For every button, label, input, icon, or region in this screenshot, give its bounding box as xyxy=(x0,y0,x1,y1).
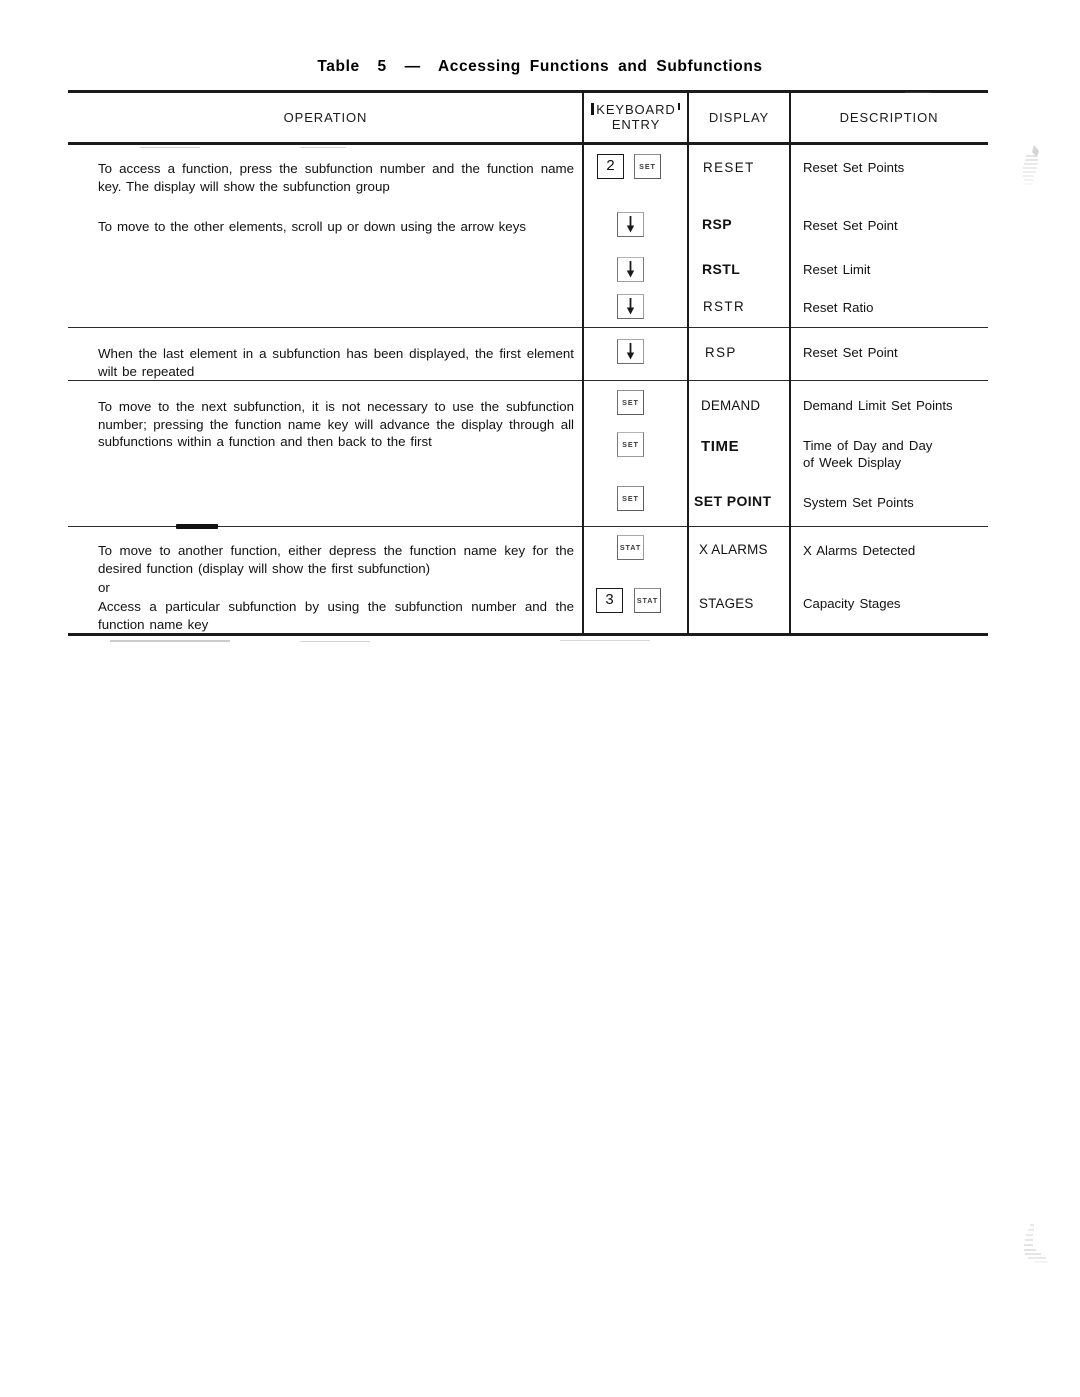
scan-speck xyxy=(300,641,370,643)
col-separator-display xyxy=(789,92,791,633)
key-set-label: SET xyxy=(622,440,639,449)
key-2-label: 2 xyxy=(605,158,615,175)
column-header-keyboard-entry: KEYBOARD ENTRY xyxy=(584,102,688,132)
column-header-display: DISPLAY xyxy=(708,110,770,125)
section-divider-2 xyxy=(68,380,988,382)
arrow-down-icon xyxy=(626,298,635,315)
description-line2: of Week Display xyxy=(803,454,902,470)
display-value: X ALARMS xyxy=(699,542,768,557)
key-arrow-down[interactable] xyxy=(617,257,644,282)
key-arrow-down[interactable] xyxy=(617,339,644,364)
description-text: Reset Set Point xyxy=(803,345,898,360)
operation-text: Access a particular subfunction by using… xyxy=(98,599,574,632)
description-text: Reset Set Points xyxy=(803,160,905,175)
key-arrow-down[interactable] xyxy=(617,212,644,237)
description-text: X Alarms Detected xyxy=(803,543,916,558)
key-stat[interactable]: STAT xyxy=(617,535,644,560)
description-text: Demand Limit Set Points xyxy=(803,398,953,413)
scan-speck xyxy=(905,92,931,94)
scan-speck xyxy=(110,640,230,642)
column-header-keyboard-line1: KEYBOARD xyxy=(584,102,688,117)
operation-text: When the last element in a subfunction h… xyxy=(98,346,574,379)
key-3-label: 3 xyxy=(604,592,614,609)
display-value: SET POINT xyxy=(694,493,772,509)
operation-text: To move to the other elements, scroll up… xyxy=(98,219,527,234)
key-arrow-down[interactable] xyxy=(617,294,644,319)
operation-text: To move to another function, either depr… xyxy=(98,543,574,576)
section-divider-1 xyxy=(68,327,988,329)
operation-text: To access a function, press the subfunct… xyxy=(98,161,574,194)
title-dash: — xyxy=(404,58,421,75)
scan-speck xyxy=(140,147,200,149)
key-stat[interactable]: STAT xyxy=(634,588,661,613)
title-prefix: Table xyxy=(317,58,360,75)
description-text: Capacity Stages xyxy=(803,596,901,611)
key-set-label: SET xyxy=(622,494,639,503)
scan-artifact-bottom xyxy=(1024,1224,1048,1263)
scan-smudge xyxy=(176,524,218,529)
key-set[interactable]: SET xyxy=(634,154,661,179)
display-value: RESET xyxy=(703,160,755,175)
page-title: Table 5 — Accessing Functions and Subfun… xyxy=(0,58,1080,76)
column-header-description: DESCRIPTION xyxy=(839,110,939,125)
operation-text-or: or xyxy=(98,580,110,595)
title-number: 5 xyxy=(377,58,387,75)
accessing-functions-table: OPERATION KEYBOARD ENTRY DISPLAY DESCRIP… xyxy=(68,90,988,636)
description-line1: Time of Day and Day xyxy=(803,438,933,453)
table-top-rule xyxy=(68,90,988,93)
table-header-rule xyxy=(68,142,988,145)
description-text: Reset Ratio xyxy=(803,300,874,315)
key-set[interactable]: SET xyxy=(617,486,644,511)
key-set-label: SET xyxy=(622,398,639,407)
display-value: TIME xyxy=(701,438,740,455)
key-2[interactable]: 2 xyxy=(597,154,624,179)
arrow-down-icon xyxy=(626,261,635,278)
scan-speck xyxy=(300,147,346,149)
description-text: System Set Points xyxy=(803,495,914,510)
key-3[interactable]: 3 xyxy=(596,588,623,613)
display-value: RSTL xyxy=(702,261,741,277)
scan-artifact-top xyxy=(1023,145,1039,185)
key-set[interactable]: SET xyxy=(617,390,644,415)
column-header-operation: OPERATION xyxy=(283,110,368,125)
arrow-down-icon xyxy=(626,216,635,233)
description-text: Reset Limit xyxy=(803,262,871,277)
description-text: Reset Set Point xyxy=(803,218,898,233)
col-separator-operation xyxy=(582,92,585,633)
key-stat-label: STAT xyxy=(636,596,659,605)
col-separator-keyboard xyxy=(687,92,689,633)
operation-text: To move to the next subfunction, it is n… xyxy=(98,399,574,449)
title-name: Accessing Functions and Subfunctions xyxy=(437,58,763,75)
display-value: DEMAND xyxy=(701,398,761,413)
display-value: RSTR xyxy=(703,299,746,314)
display-value: STAGES xyxy=(699,596,754,611)
key-set-label: SET xyxy=(639,162,656,171)
column-header-keyboard-line2: ENTRY xyxy=(611,117,661,132)
arrow-down-icon xyxy=(626,343,635,360)
description-text: Time of Day and Day of Week Display xyxy=(803,438,932,471)
key-set[interactable]: SET xyxy=(617,432,644,457)
scan-speck xyxy=(560,640,650,642)
key-stat-label: STAT xyxy=(619,543,642,552)
table-bottom-rule xyxy=(68,633,988,636)
display-value: RSP xyxy=(705,345,737,360)
display-value: RSP xyxy=(702,216,732,232)
